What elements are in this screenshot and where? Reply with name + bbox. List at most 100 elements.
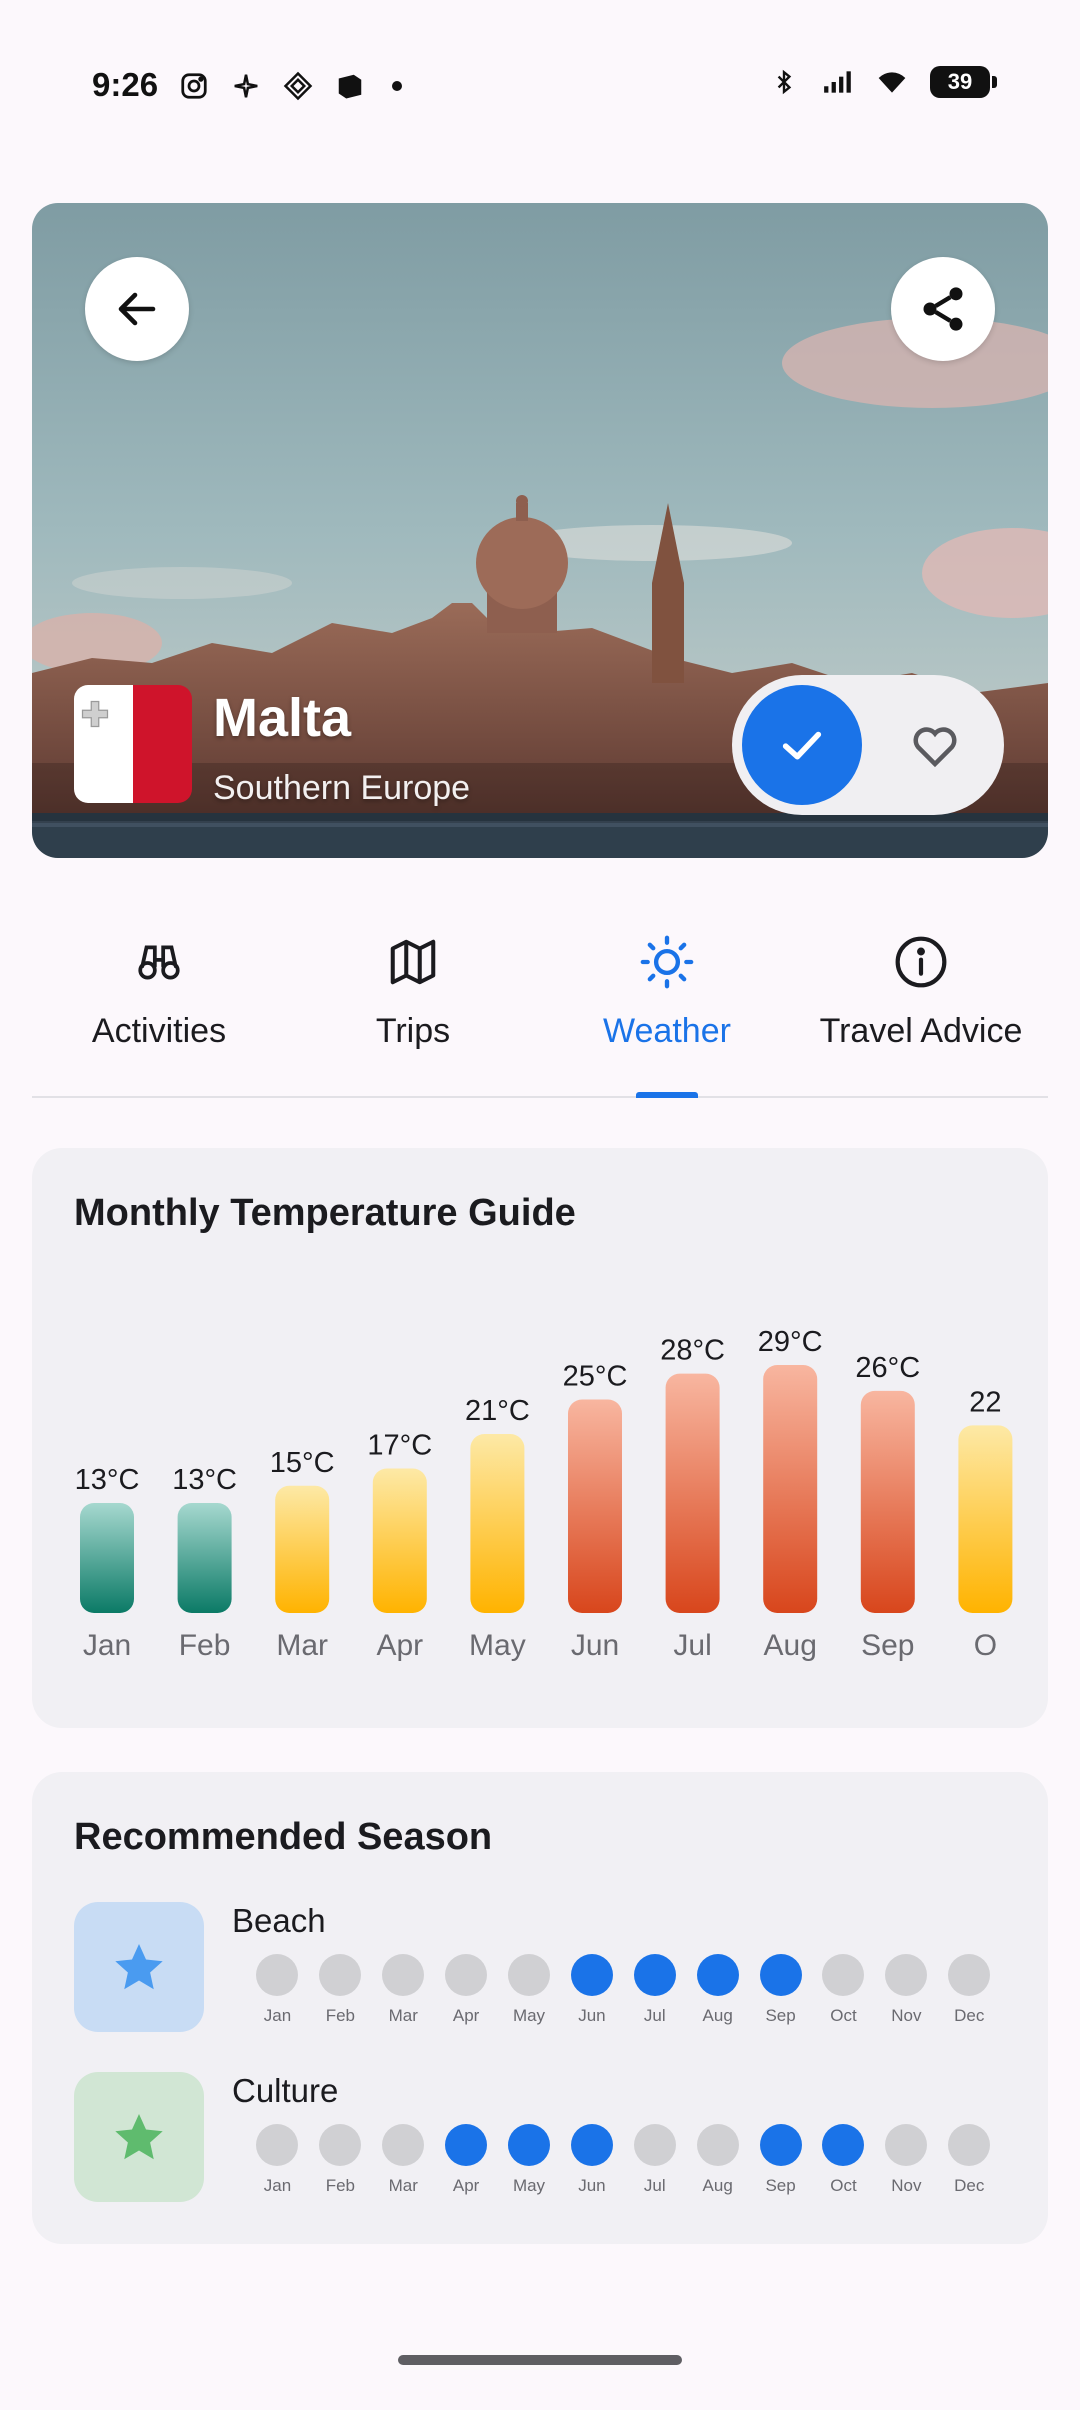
month-label: Jun bbox=[571, 1629, 619, 1662]
month-dot bbox=[319, 2124, 362, 2166]
month-indicator: Feb bbox=[309, 2124, 372, 2196]
month-label: Aug bbox=[702, 2176, 733, 2195]
heart-icon bbox=[913, 727, 957, 768]
map-icon bbox=[386, 930, 440, 994]
tab-activities[interactable]: Activities bbox=[32, 930, 286, 1096]
instagram-icon bbox=[178, 70, 210, 102]
season-name: Culture bbox=[232, 2072, 339, 2109]
sparkle-icon bbox=[230, 70, 262, 102]
month-label: Jan bbox=[263, 2176, 292, 2195]
tab-label: Trips bbox=[375, 1012, 451, 1050]
month-label: Mar bbox=[388, 2176, 418, 2195]
visited-button[interactable] bbox=[742, 685, 862, 805]
month-label: May bbox=[512, 2176, 546, 2195]
temperature-value-label: 28°C bbox=[660, 1335, 725, 1367]
temperature-bar bbox=[568, 1399, 622, 1613]
tab-label: Weather bbox=[603, 1012, 731, 1050]
month-label: Apr bbox=[452, 2176, 480, 2195]
stack-icon bbox=[334, 70, 366, 102]
destination-tabs: Activities Trips Weather Travel Advice bbox=[32, 930, 1048, 1098]
month-dot bbox=[948, 1954, 991, 1996]
sun-icon bbox=[638, 930, 696, 994]
malta-flag-icon bbox=[74, 685, 192, 803]
month-indicator: Jan bbox=[246, 2124, 309, 2196]
status-bar: 9:26 39 bbox=[0, 0, 1080, 175]
star-icon bbox=[115, 2114, 163, 2160]
temperature-bar bbox=[763, 1365, 818, 1613]
month-indicator: Apr bbox=[435, 2124, 498, 2196]
temperature-value-label: 17°C bbox=[367, 1430, 432, 1462]
month-label: Oct bbox=[830, 2176, 857, 2195]
month-indicator: May bbox=[498, 1954, 561, 2026]
month-label: Sep bbox=[765, 2176, 796, 2195]
month-label: Jul bbox=[643, 2176, 666, 2195]
month-label: Jul bbox=[643, 2006, 666, 2025]
temperature-value-label: 15°C bbox=[270, 1447, 335, 1479]
month-label: Dec bbox=[954, 2006, 985, 2025]
month-indicator: Nov bbox=[875, 1954, 938, 2026]
temperature-bar bbox=[372, 1468, 427, 1613]
month-indicator: Jun bbox=[560, 1954, 623, 2026]
share-button[interactable] bbox=[891, 257, 995, 361]
month-indicator: Dec bbox=[938, 1954, 1001, 2026]
month-dot bbox=[445, 2124, 488, 2166]
tab-trips[interactable]: Trips bbox=[286, 930, 540, 1096]
tab-weather[interactable]: Weather bbox=[540, 930, 794, 1096]
status-time: 9:26 bbox=[92, 66, 159, 103]
month-dot bbox=[508, 1954, 550, 1996]
wifi-icon bbox=[876, 66, 908, 98]
arrow-left-icon bbox=[118, 292, 156, 326]
back-button[interactable] bbox=[85, 257, 189, 361]
month-label: Jun bbox=[578, 2176, 606, 2195]
month-dot bbox=[570, 1954, 613, 1996]
month-label: Nov bbox=[891, 2006, 922, 2025]
month-dot bbox=[822, 2124, 865, 2166]
month-indicator: Oct bbox=[812, 2124, 875, 2196]
tab-label: Travel Advice bbox=[819, 1012, 1023, 1050]
month-label: Apr bbox=[376, 1629, 423, 1662]
season-badge bbox=[74, 2072, 204, 2202]
temperature-value-label: 13°C bbox=[75, 1464, 140, 1496]
notification-icons bbox=[178, 70, 402, 102]
home-indicator[interactable] bbox=[398, 2355, 682, 2365]
season-card: Recommended Season Beach Jan Feb Mar Apr May J… bbox=[32, 1772, 1048, 2244]
temperature-bar bbox=[470, 1434, 525, 1613]
binoculars-icon bbox=[134, 930, 184, 994]
month-dot bbox=[633, 2124, 676, 2166]
month-indicator: Jun bbox=[560, 2124, 623, 2196]
month-label: Oct bbox=[830, 2006, 857, 2025]
month-label: Aug bbox=[702, 2006, 733, 2025]
month-label: Mar bbox=[276, 1629, 328, 1662]
bluetooth-icon bbox=[768, 66, 800, 98]
month-dot bbox=[319, 1954, 362, 1996]
temperature-value-label: 29°C bbox=[758, 1326, 823, 1358]
month-indicator: Jan bbox=[246, 1954, 309, 2026]
battery-indicator: 39 bbox=[930, 66, 997, 98]
share-icon bbox=[923, 287, 963, 331]
temperature-chart[interactable]: 13°C Jan 13°C Feb 15°C Mar 17°C Apr 21°C May 25°C J… bbox=[74, 1298, 1038, 1698]
season-badge bbox=[74, 1902, 204, 2032]
temperature-value-label: 13°C bbox=[172, 1464, 237, 1496]
season-row-beach: Beach Jan Feb Mar Apr May Jun Jul Aug Sep Oct Nov De… bbox=[74, 1902, 1024, 2034]
month-dot bbox=[696, 2124, 739, 2166]
month-dot bbox=[759, 1954, 802, 1996]
month-indicator: Apr bbox=[435, 1954, 498, 2026]
temperature-bar bbox=[665, 1373, 720, 1613]
month-label: Sep bbox=[765, 2006, 796, 2025]
month-label: Aug bbox=[764, 1629, 817, 1662]
month-indicator: Sep bbox=[749, 2124, 812, 2196]
tab-travel-advice[interactable]: Travel Advice bbox=[794, 930, 1048, 1096]
info-icon bbox=[893, 930, 949, 994]
month-label: Dec bbox=[954, 2176, 985, 2195]
month-label: Feb bbox=[325, 2176, 355, 2195]
favorite-button[interactable] bbox=[908, 719, 962, 773]
month-label: Jul bbox=[673, 1629, 711, 1662]
month-dot bbox=[948, 2124, 991, 2166]
month-label: Feb bbox=[325, 2006, 355, 2025]
temperature-bar bbox=[177, 1503, 232, 1613]
temperature-card: Monthly Temperature Guide 13°C Jan 13°C Feb… bbox=[32, 1148, 1048, 1728]
month-dot bbox=[633, 1954, 676, 1996]
signal-icon bbox=[822, 66, 854, 98]
month-dot bbox=[822, 1954, 865, 1996]
month-dot bbox=[382, 1954, 425, 1996]
